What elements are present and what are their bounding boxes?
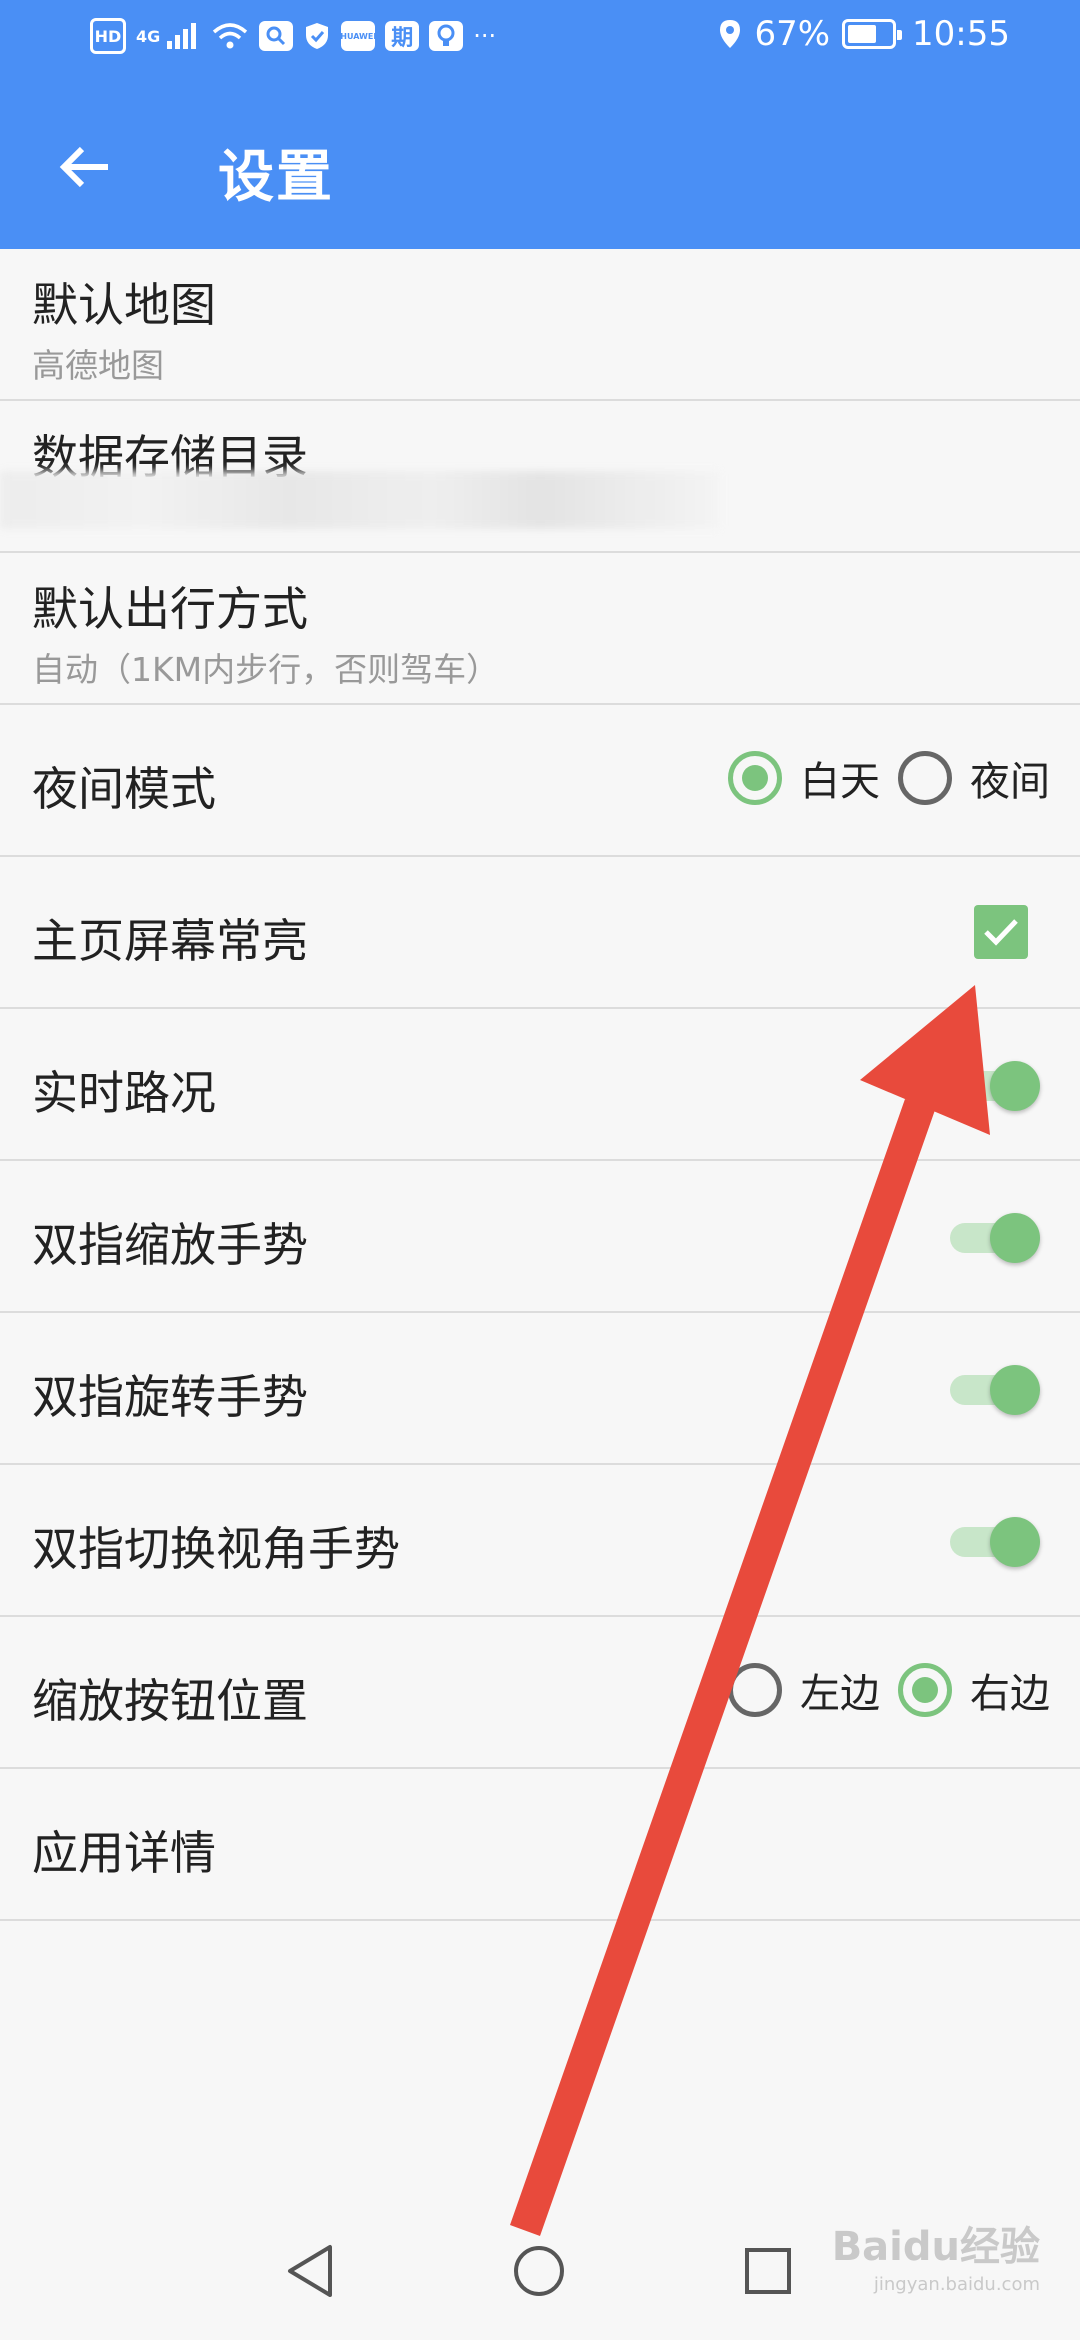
- setting-title: 应用详情: [32, 1826, 216, 1880]
- network-type-label: 4G: [136, 26, 161, 46]
- status-right: 67% 10:55: [718, 14, 1010, 54]
- setting-title: 双指切换视角手势: [32, 1522, 400, 1576]
- check-icon: [984, 919, 1018, 946]
- radio-button[interactable]: [728, 1663, 782, 1717]
- app-bar: 设置: [0, 82, 1080, 249]
- switch-knob: [990, 1061, 1040, 1111]
- nav-back-button[interactable]: [275, 2236, 345, 2306]
- setting-title: 夜间模式: [32, 762, 216, 816]
- radio-label: 右边: [970, 1671, 1050, 1717]
- radio-option-left[interactable]: 左边: [728, 1661, 880, 1719]
- square-recent-icon: [745, 2248, 791, 2294]
- hd-icon: HD: [90, 18, 126, 54]
- setting-realtime-traffic[interactable]: 实时路况: [0, 1009, 1080, 1161]
- setting-default-travel-mode[interactable]: 默认出行方式 自动（1KM内步行，否则驾车）: [0, 553, 1080, 705]
- watermark-url: jingyan.baidu.com: [873, 2274, 1040, 2295]
- tilt-gesture-toggle[interactable]: [944, 1517, 1040, 1567]
- switch-knob: [990, 1517, 1040, 1567]
- realtime-traffic-toggle[interactable]: [944, 1061, 1040, 1111]
- setting-title: 双指旋转手势: [32, 1370, 308, 1424]
- watermark-brand: Baidu经验: [831, 2224, 1040, 2270]
- signal-icon: 4G: [136, 21, 201, 51]
- setting-rotate-gesture[interactable]: 双指旋转手势: [0, 1313, 1080, 1465]
- radio-button[interactable]: [898, 751, 952, 805]
- radio-label: 左边: [800, 1671, 880, 1717]
- search-app-icon: [259, 21, 294, 51]
- zoom-position-radio-group: 左边 右边: [728, 1661, 1050, 1719]
- clock: 10:55: [912, 14, 1010, 54]
- shield-icon: [303, 21, 331, 51]
- night-mode-radio-group: 白天 夜间: [728, 749, 1050, 807]
- setting-title: 缩放按钮位置: [32, 1674, 308, 1728]
- setting-keep-screen-on[interactable]: 主页屏幕常亮: [0, 857, 1080, 1009]
- page-title: 设置: [218, 145, 334, 210]
- radio-label: 白天: [800, 759, 880, 805]
- battery-percent: 67%: [754, 14, 831, 54]
- more-notifications-icon: ···: [473, 22, 497, 50]
- setting-app-details[interactable]: 应用详情: [0, 1769, 1080, 1921]
- baidu-watermark: Baidu经验 jingyan.baidu.com: [832, 2214, 1040, 2295]
- rotate-gesture-toggle[interactable]: [944, 1365, 1040, 1415]
- triangle-back-icon: [288, 2245, 332, 2297]
- nav-recent-button[interactable]: [733, 2236, 803, 2306]
- setting-title: 双指缩放手势: [32, 1218, 308, 1272]
- setting-title: 默认出行方式: [32, 582, 308, 636]
- setting-default-map[interactable]: 默认地图 高德地图: [0, 249, 1080, 401]
- redacted-path-blur: [0, 471, 720, 529]
- setting-tilt-gesture[interactable]: 双指切换视角手势: [0, 1465, 1080, 1617]
- circle-home-icon: [514, 2246, 564, 2296]
- radio-button[interactable]: [728, 751, 782, 805]
- setting-pinch-zoom[interactable]: 双指缩放手势: [0, 1161, 1080, 1313]
- status-left: HD 4G HUAWEI 期 ···: [90, 18, 496, 54]
- battery-icon: [842, 19, 903, 49]
- arrow-left-icon: [59, 146, 108, 188]
- huawei-badge-icon: HUAWEI: [340, 21, 376, 51]
- setting-data-directory[interactable]: 数据存储目录: [0, 401, 1080, 553]
- radio-label: 夜间: [970, 759, 1050, 805]
- radio-button[interactable]: [898, 1663, 952, 1717]
- setting-zoom-button-position: 缩放按钮位置 左边 右边: [0, 1617, 1080, 1769]
- setting-value: 高德地图: [32, 346, 164, 385]
- radio-option-day[interactable]: 白天: [728, 749, 880, 807]
- nav-home-button[interactable]: [504, 2236, 574, 2306]
- switch-knob: [990, 1213, 1040, 1263]
- wifi-icon: [211, 21, 249, 51]
- setting-night-mode: 夜间模式 白天 夜间: [0, 705, 1080, 857]
- settings-list: 默认地图 高德地图 数据存储目录 默认出行方式 自动（1KM内步行，否则驾车） …: [0, 249, 1080, 1921]
- back-button[interactable]: [40, 122, 130, 212]
- setting-value: 自动（1KM内步行，否则驾车）: [32, 650, 500, 689]
- location-icon: [718, 18, 742, 50]
- status-bar: HD 4G HUAWEI 期 ··· 67% 10:55: [0, 0, 1080, 82]
- setting-title: 实时路况: [32, 1066, 216, 1120]
- lightbulb-icon: [429, 21, 464, 51]
- calendar-badge-icon: 期: [385, 21, 420, 51]
- switch-knob: [990, 1365, 1040, 1415]
- battery-fill: [848, 25, 877, 43]
- pinch-zoom-toggle[interactable]: [944, 1213, 1040, 1263]
- setting-title: 默认地图: [32, 278, 216, 332]
- radio-option-right[interactable]: 右边: [898, 1661, 1050, 1719]
- keep-screen-on-checkbox[interactable]: [974, 905, 1028, 959]
- setting-title: 主页屏幕常亮: [32, 914, 308, 968]
- radio-option-night[interactable]: 夜间: [898, 749, 1050, 807]
